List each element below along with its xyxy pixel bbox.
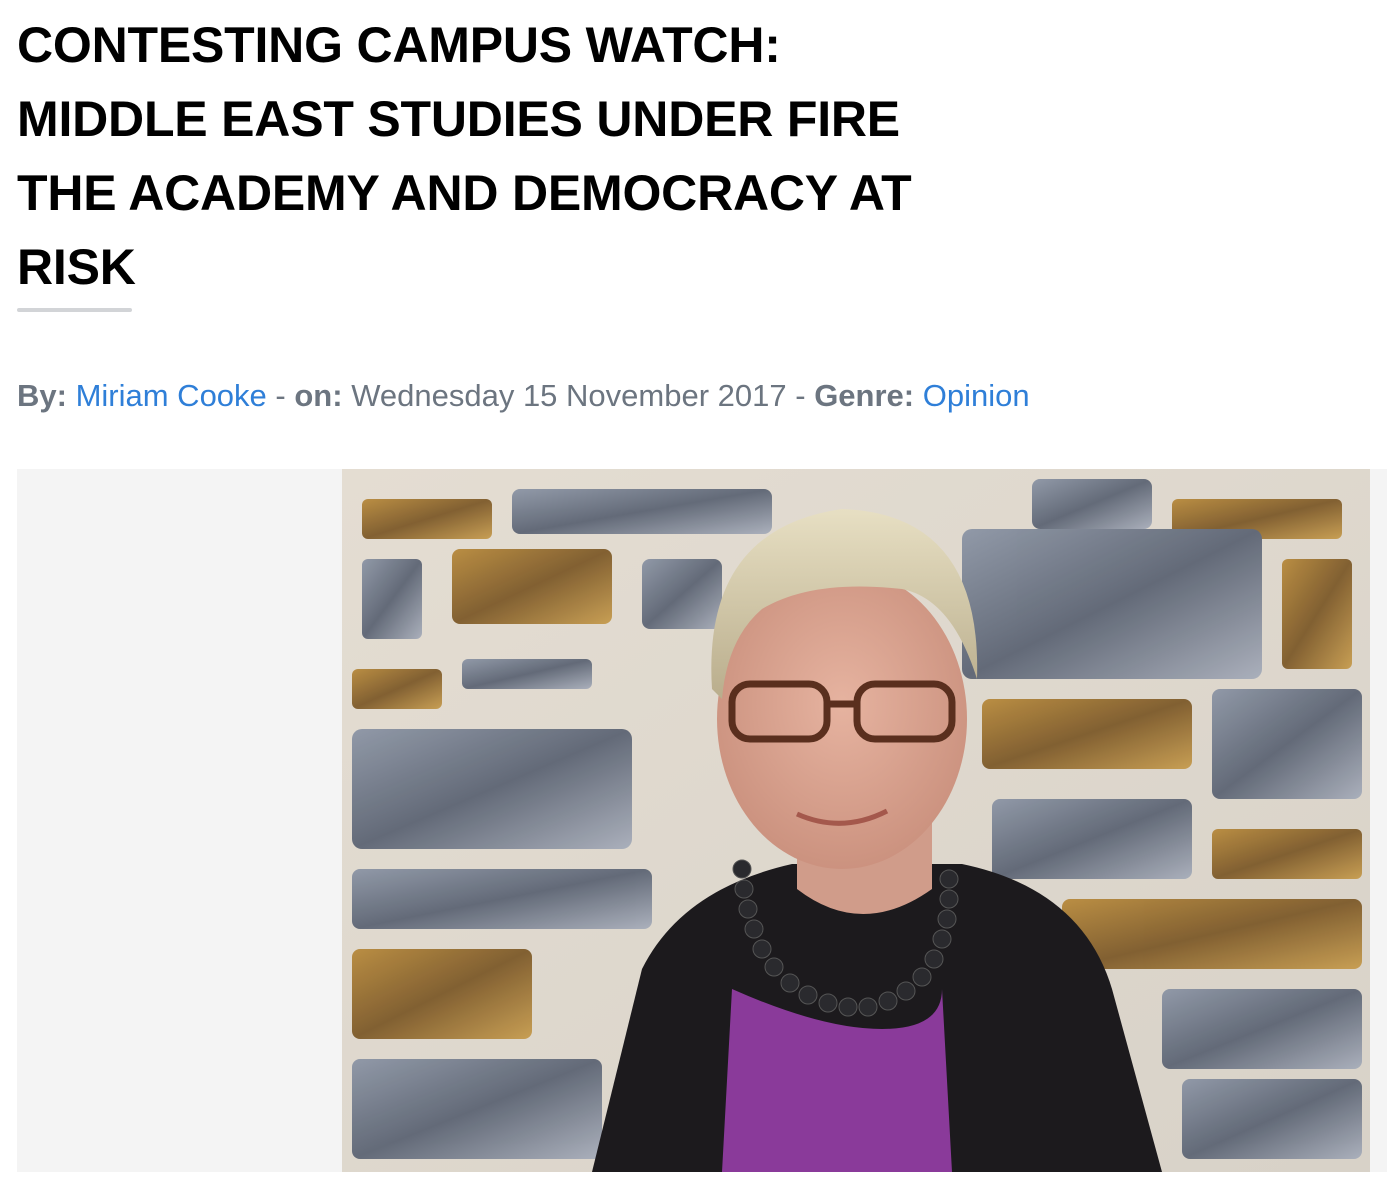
genre-link[interactable]: Opinion (923, 378, 1030, 413)
meta-separator: - (266, 378, 295, 413)
title-line-2: MIDDLE EAST STUDIES UNDER FIRE (17, 91, 900, 147)
on-label: on: (294, 378, 343, 413)
title-line-4: RISK (17, 239, 136, 295)
article-figure (17, 469, 1387, 1172)
title-divider (17, 308, 132, 312)
article-meta: By: Miriam Cooke - on: Wednesday 15 Nove… (17, 376, 1030, 416)
title-line-3: THE ACADEMY AND DEMOCRACY AT (17, 165, 912, 221)
article-header: CONTESTING CAMPUS WATCH: MIDDLE EAST STU… (17, 0, 1377, 413)
by-label: By: (17, 378, 67, 413)
publish-date: Wednesday 15 November 2017 (351, 378, 787, 413)
genre-label: Genre: (814, 378, 915, 413)
page-title: CONTESTING CAMPUS WATCH: MIDDLE EAST STU… (17, 0, 977, 304)
title-line-1: CONTESTING CAMPUS WATCH: (17, 17, 781, 73)
author-photo (342, 469, 1370, 1172)
author-link[interactable]: Miriam Cooke (76, 378, 267, 413)
meta-separator: - (786, 378, 815, 413)
